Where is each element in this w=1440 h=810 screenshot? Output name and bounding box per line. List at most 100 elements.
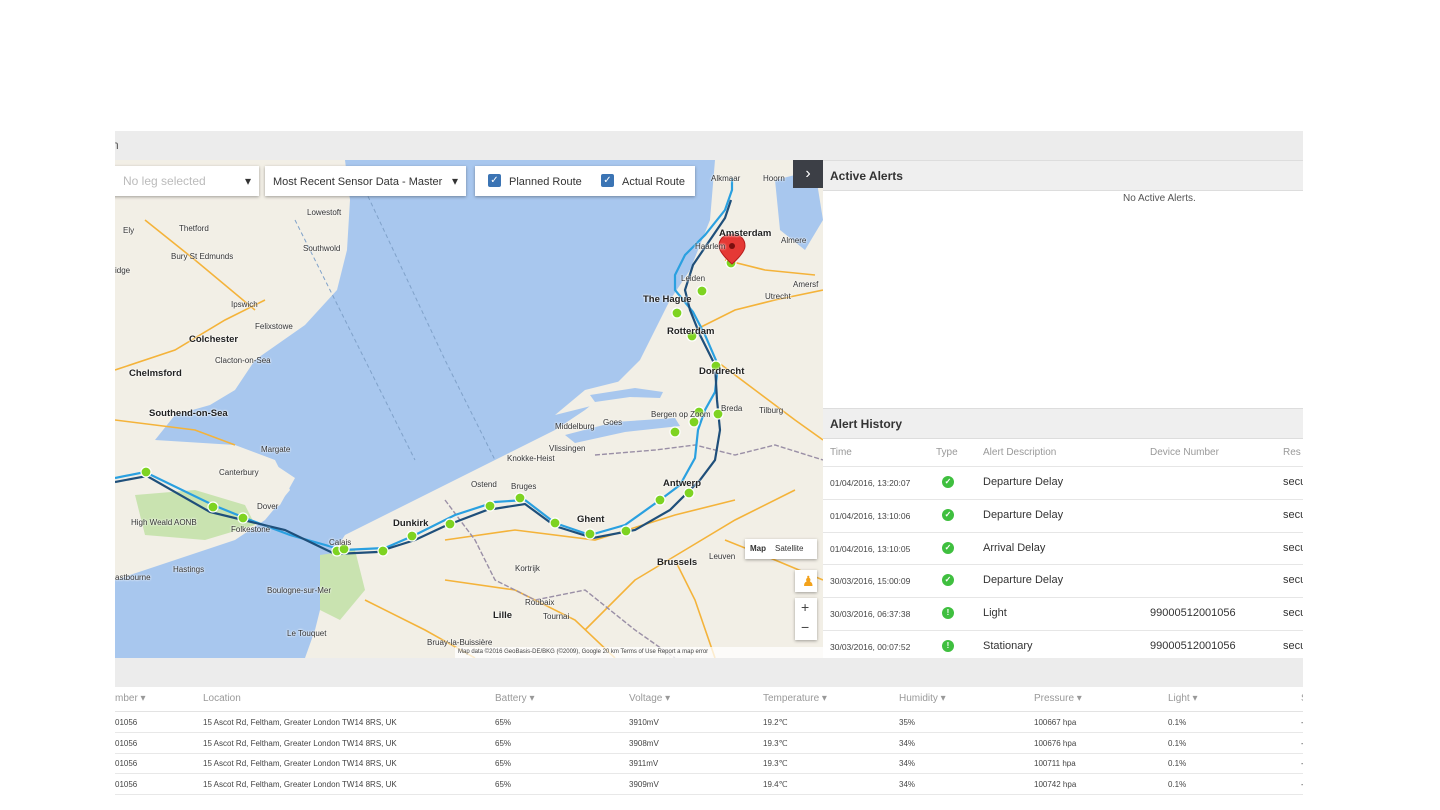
sensor-data-select[interactable]: Most Recent Sensor Data - Master ▾ <box>265 166 466 196</box>
map-label: Calais <box>329 538 352 547</box>
cell-number: 01056 <box>115 779 138 789</box>
cell-light: 0.1% <box>1168 738 1187 748</box>
alert-res: secu <box>1283 476 1303 488</box>
sensor-table-row[interactable]: 01056 15 Ascot Rd, Feltham, Greater Londo… <box>115 712 1303 733</box>
sensor-table-row[interactable]: 01056 15 Ascot Rd, Feltham, Greater Londo… <box>115 774 1303 795</box>
ferry-line-1 <box>364 189 496 461</box>
alert-row[interactable]: 30/03/2016, 15:00:09 ✓ Departure Delay secu <box>823 564 1303 597</box>
sensor-table-columns: mber ▾ Location Battery ▾ Voltage ▾ Temp… <box>115 687 1303 712</box>
alert-row[interactable]: 30/03/2016, 06:37:38! Light 99000512001056… <box>823 597 1303 630</box>
map-label: Chelmsford <box>129 368 182 379</box>
col-type[interactable]: Type <box>936 447 958 458</box>
alert-history-title: Alert History <box>830 417 903 431</box>
cell-location: 15 Ascot Rd, Feltham, Greater London TW1… <box>203 759 397 768</box>
cell-location: 15 Ascot Rd, Feltham, Greater London TW1… <box>203 718 397 727</box>
cell-location: 15 Ascot Rd, Feltham, Greater London TW1… <box>203 738 397 748</box>
cell-battery: 65% <box>495 718 512 727</box>
map-label: Lille <box>493 610 513 621</box>
map-label: Kortrijk <box>515 564 540 573</box>
col-res[interactable]: Res <box>1283 447 1301 458</box>
col-battery[interactable]: Battery ▾ <box>495 693 534 704</box>
map-label: Breda <box>721 404 743 413</box>
sensor-table-row[interactable]: 01056 15 Ascot Rd, Feltham, Greater Londo… <box>115 753 1303 774</box>
alert-row[interactable]: 01/04/2016, 13:20:07 ✓ Departure Delay secu <box>823 466 1303 499</box>
map-label: Colchester <box>189 334 239 345</box>
col-number[interactable]: mber ▾ <box>115 693 146 704</box>
alert-time: 01/04/2016, 13:10:05 <box>830 543 911 554</box>
col-description[interactable]: Alert Description <box>983 447 1056 458</box>
map-label: Almere <box>781 236 807 245</box>
map-label: Southwold <box>303 244 341 253</box>
map-type-map-button[interactable]: Map <box>750 544 766 553</box>
map-label: Roubaix <box>525 598 555 607</box>
expand-panel-button[interactable]: › <box>793 160 823 188</box>
cell-humidity: 34% <box>899 779 916 789</box>
map-label: Le Touquet <box>287 629 327 638</box>
map-label: Leiden <box>681 274 706 283</box>
top-header-bar: n <box>115 131 1303 161</box>
cell-temperature: 19.3℃ <box>763 738 788 748</box>
map-label: Folkestone <box>231 525 271 534</box>
col-voltage[interactable]: Voltage ▾ <box>629 693 670 704</box>
map-label: Bruay-la-Buissière <box>427 638 493 647</box>
map-label: Alkmaar <box>711 174 741 183</box>
map-label: Bruges <box>511 482 537 491</box>
col-location[interactable]: Location <box>203 693 241 704</box>
actual-route-checkbox[interactable]: ✓ <box>601 174 614 187</box>
check-circle-icon: ✓ <box>942 476 954 488</box>
col-light[interactable]: Light ▾ <box>1168 693 1197 704</box>
leg-select[interactable]: No leg selected ▾ <box>115 166 259 196</box>
cell-humidity: 35% <box>899 718 916 727</box>
chevron-down-icon: ▾ <box>451 174 458 188</box>
actual-route-label[interactable]: Actual Route <box>622 176 685 188</box>
sensor-table-row[interactable]: 01056 15 Ascot Rd, Feltham, Greater Londo… <box>115 733 1303 754</box>
map-label: Tilburg <box>759 406 784 415</box>
zoom-in-button[interactable]: + <box>801 599 809 615</box>
destination-pin-dot <box>729 243 735 249</box>
map-label: idge <box>115 266 131 275</box>
planned-route-checkbox[interactable]: ✓ <box>488 174 501 187</box>
col-s[interactable]: S <box>1301 693 1303 704</box>
alert-res: secu <box>1283 541 1303 554</box>
alerts-panel: Active Alerts No Active Alerts. Alert Hi… <box>823 160 1303 658</box>
alert-row[interactable]: 01/04/2016, 13:10:05 ✓ Arrival Delay secu <box>823 531 1303 565</box>
cell-humidity: 34% <box>899 759 916 768</box>
cell-voltage: 3909mV <box>629 779 659 789</box>
map-label: Leuven <box>709 552 736 561</box>
pegman-icon: ♟ <box>802 573 815 589</box>
cell-pressure: 100742 hpa <box>1034 779 1077 789</box>
alert-row[interactable]: 01/04/2016, 13:10:06 ✓ Departure Delay secu <box>823 498 1303 532</box>
map-attribution[interactable]: Map data ©2016 GeoBasis-DE/BKG (©2009), … <box>455 647 823 658</box>
map-label: High Weald AONB <box>131 518 197 527</box>
cell-s: - <box>1301 759 1303 768</box>
active-alerts-title: Active Alerts <box>830 169 903 183</box>
map-label: Brussels <box>657 557 698 568</box>
alert-res: secu <box>1283 607 1303 620</box>
col-device[interactable]: Device Number <box>1150 447 1219 458</box>
map-label: Hastings <box>173 565 205 574</box>
cell-number: 01056 <box>115 718 138 727</box>
map-label: Ostend <box>471 480 497 489</box>
street-view-pegman[interactable]: ♟ <box>795 570 817 592</box>
map-label: Boulogne-sur-Mer <box>267 586 332 595</box>
planned-route-label[interactable]: Planned Route <box>509 176 582 188</box>
map-type-satellite-button[interactable]: Satellite <box>775 544 803 553</box>
alert-circle-icon: ! <box>942 640 954 652</box>
alert-time: 30/03/2016, 06:37:38 <box>830 609 911 620</box>
col-pressure[interactable]: Pressure ▾ <box>1034 693 1082 704</box>
col-temperature[interactable]: Temperature ▾ <box>763 693 827 704</box>
map-label: Clacton-on-Sea <box>215 356 271 365</box>
alert-description: Departure Delay <box>983 508 1064 521</box>
alert-time: 01/04/2016, 13:20:07 <box>830 478 911 488</box>
zoom-out-button[interactable]: − <box>801 619 809 635</box>
col-time[interactable]: Time <box>830 447 852 458</box>
cell-voltage: 3908mV <box>629 738 659 748</box>
map-label: Rotterdam <box>667 326 715 337</box>
route-map[interactable]: Lowestoft Thetford Southwold Ely Bury St… <box>115 160 823 658</box>
cell-light: 0.1% <box>1168 718 1187 727</box>
alert-circle-icon: ! <box>942 607 954 620</box>
cell-pressure: 100667 hpa <box>1034 718 1077 727</box>
sensor-table-header-bar <box>115 658 1303 687</box>
map-label: Antwerp <box>663 478 701 489</box>
col-humidity[interactable]: Humidity ▾ <box>899 693 946 704</box>
